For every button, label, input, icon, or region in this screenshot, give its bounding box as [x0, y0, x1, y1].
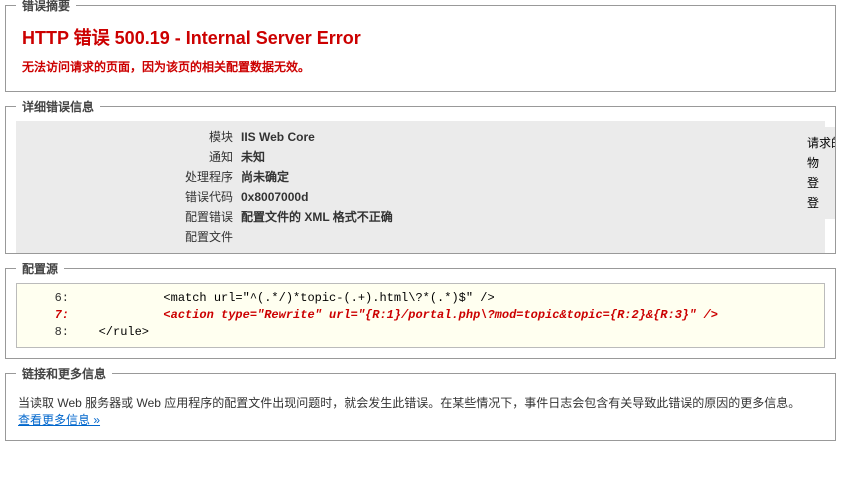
detail-right-label: 登	[807, 193, 833, 213]
detail-value: 0x8007000d	[241, 187, 825, 207]
detail-label: 处理程序	[16, 167, 241, 187]
error-details-table: 模块IIS Web Core通知未知处理程序尚未确定错误代码0x8007000d…	[16, 121, 825, 253]
config-lineno: 6:	[27, 290, 77, 307]
config-source-code: 6: <match url="^(.*/)*topic-(.+).html\?*…	[16, 283, 825, 348]
detail-value: 尚未确定	[241, 167, 825, 187]
detail-label: 配置错误	[16, 207, 241, 227]
config-code: <match url="^(.*/)*topic-(.+).html\?*(.*…	[77, 290, 495, 307]
detail-label: 通知	[16, 147, 241, 167]
detail-row: 配置文件	[16, 227, 825, 247]
detail-label: 配置文件	[16, 227, 241, 247]
config-lineno: 7:	[27, 307, 77, 324]
config-line: 6: <match url="^(.*/)*topic-(.+).html\?*…	[27, 290, 814, 307]
detail-value	[241, 227, 825, 247]
detail-row: 模块IIS Web Core	[16, 127, 825, 147]
config-source-section: 配置源 6: <match url="^(.*/)*topic-(.+).htm…	[5, 268, 836, 359]
config-source-title: 配置源	[16, 260, 64, 277]
config-line: 8: </rule>	[27, 324, 814, 341]
detail-row: 通知未知	[16, 147, 825, 167]
config-code: <action type="Rewrite" url="{R:1}/portal…	[77, 307, 718, 324]
config-lineno: 8:	[27, 324, 77, 341]
error-summary-section: 错误摘要 HTTP 错误 500.19 - Internal Server Er…	[5, 5, 836, 92]
detail-row: 错误代码0x8007000d	[16, 187, 825, 207]
error-details-title: 详细错误信息	[16, 98, 100, 115]
error-details-right: 请求的物登登	[805, 127, 835, 219]
detail-right-label: 登	[807, 173, 833, 193]
links-text: 当读取 Web 服务器或 Web 应用程序的配置文件出现问题时，就会发生此错误。…	[18, 396, 800, 410]
detail-value: 配置文件的 XML 格式不正确	[241, 207, 825, 227]
detail-value: IIS Web Core	[241, 127, 825, 147]
detail-row: 处理程序尚未确定	[16, 167, 825, 187]
config-line: 7: <action type="Rewrite" url="{R:1}/por…	[27, 307, 814, 324]
more-info-link[interactable]: 查看更多信息 »	[18, 413, 100, 427]
detail-label: 模块	[16, 127, 241, 147]
links-title: 链接和更多信息	[16, 365, 112, 382]
config-code: </rule>	[77, 324, 149, 341]
error-title: HTTP 错误 500.19 - Internal Server Error	[22, 24, 825, 50]
links-section: 链接和更多信息 当读取 Web 服务器或 Web 应用程序的配置文件出现问题时，…	[5, 373, 836, 441]
error-details-section: 详细错误信息 模块IIS Web Core通知未知处理程序尚未确定错误代码0x8…	[5, 106, 836, 254]
detail-row: 配置错误配置文件的 XML 格式不正确	[16, 207, 825, 227]
error-summary-title: 错误摘要	[16, 0, 76, 14]
detail-right-label: 请求的	[807, 133, 833, 153]
detail-value: 未知	[241, 147, 825, 167]
detail-label: 错误代码	[16, 187, 241, 207]
error-subtitle: 无法访问请求的页面，因为该页的相关配置数据无效。	[22, 58, 825, 75]
detail-right-label: 物	[807, 153, 833, 173]
